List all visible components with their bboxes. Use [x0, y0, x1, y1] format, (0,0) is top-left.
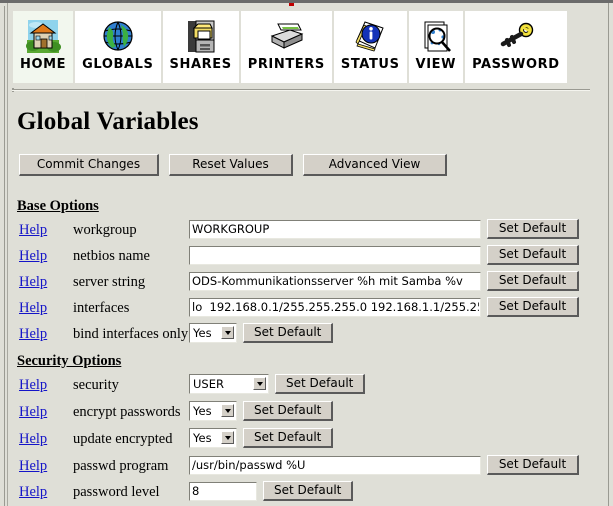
nav-button-printers[interactable]: PRINTERS	[240, 11, 332, 83]
browser-window: HOME GLOBALS SHARES PRINTERS STATUS VIEW…	[0, 0, 613, 506]
option-control-server-string: Set Default	[189, 271, 579, 291]
section-header-security-options: Security Options	[17, 353, 122, 369]
set-default-button-interfaces[interactable]: Set Default	[487, 297, 579, 317]
option-control-update-encrypted: YesNo Set Default	[189, 428, 334, 448]
option-label-interfaces: interfaces	[73, 300, 130, 316]
window-frame-right-line	[608, 3, 609, 506]
set-default-button-security[interactable]: Set Default	[275, 374, 366, 394]
netbios-name-input[interactable]	[189, 245, 481, 265]
server-string-input[interactable]	[189, 271, 481, 291]
option-row-bind-interfaces-only: Help bind interfaces only YesNo Set Defa…	[9, 322, 604, 348]
window-frame-left-line	[4, 6, 5, 506]
help-link-interfaces[interactable]: Help	[19, 300, 47, 317]
encrypt-passwords-select[interactable]: YesNo	[189, 401, 237, 421]
option-label-passwd-program: passwd program	[73, 458, 169, 474]
option-control-security: USERSHARESERVERDOMAINADS Set Default	[189, 374, 366, 394]
main-navigation-toolbar: HOME GLOBALS SHARES PRINTERS STATUS VIEW…	[13, 11, 567, 83]
help-link-passwd-program[interactable]: Help	[19, 458, 47, 475]
reset-values-button[interactable]: Reset Values	[169, 154, 293, 176]
nav-label-view: VIEW	[415, 57, 457, 72]
nav-button-globals[interactable]: GLOBALS	[75, 11, 161, 83]
section-header-base-options: Base Options	[17, 198, 99, 214]
set-default-button-workgroup[interactable]: Set Default	[487, 219, 579, 239]
option-control-workgroup: Set Default	[189, 219, 579, 239]
set-default-button-encrypt-passwords[interactable]: Set Default	[243, 401, 334, 421]
option-row-netbios-name: Help netbios name Set Default	[9, 244, 604, 270]
help-link-encrypt-passwords[interactable]: Help	[19, 404, 47, 421]
interfaces-input[interactable]	[189, 297, 481, 317]
set-default-button-update-encrypted[interactable]: Set Default	[243, 428, 334, 448]
option-row-security: Help security USERSHARESERVERDOMAINADS S…	[9, 373, 604, 399]
top-red-marker	[289, 3, 294, 6]
page-title: Global Variables	[17, 108, 199, 135]
toolbar-divider	[12, 89, 590, 91]
workgroup-input[interactable]	[189, 219, 481, 239]
option-label-bind-interfaces-only: bind interfaces only	[73, 326, 189, 342]
option-control-encrypt-passwords: YesNo Set Default	[189, 401, 334, 421]
commit-changes-button[interactable]: Commit Changes	[19, 154, 159, 176]
option-control-bind-interfaces-only: YesNo Set Default	[189, 323, 334, 343]
set-default-button-passwd-program[interactable]: Set Default	[487, 455, 579, 475]
nav-button-view[interactable]: VIEW	[408, 11, 464, 83]
passwd-program-input[interactable]	[189, 455, 481, 475]
option-row-encrypt-passwords: Help encrypt passwords YesNo Set Default	[9, 400, 604, 426]
home-icon	[25, 17, 62, 57]
option-label-encrypt-passwords: encrypt passwords	[73, 404, 181, 420]
nav-button-home[interactable]: HOME	[13, 11, 74, 83]
help-link-password-level[interactable]: Help	[19, 484, 47, 501]
option-row-server-string: Help server string Set Default	[9, 270, 604, 296]
help-link-netbios-name[interactable]: Help	[19, 248, 47, 265]
option-label-workgroup: workgroup	[73, 222, 137, 238]
update-encrypted-select[interactable]: YesNo	[189, 428, 237, 448]
help-link-bind-interfaces-only[interactable]: Help	[19, 326, 47, 343]
option-label-server-string: server string	[73, 274, 146, 290]
action-button-bar: Commit Changes Reset Values Advanced Vie…	[19, 154, 447, 176]
option-control-netbios-name: Set Default	[189, 245, 579, 265]
nav-label-printers: PRINTERS	[247, 57, 325, 72]
option-control-password-level: Set Default	[189, 481, 354, 501]
option-row-passwd-program: Help passwd program Set Default	[9, 454, 604, 480]
nav-label-password: PASSWORD	[472, 57, 560, 72]
security-select[interactable]: USERSHARESERVERDOMAINADS	[189, 374, 269, 394]
option-row-workgroup: Help workgroup Set Default	[9, 218, 604, 244]
option-control-passwd-program: Set Default	[189, 455, 579, 475]
password-level-input[interactable]	[189, 481, 257, 501]
help-link-update-encrypted[interactable]: Help	[19, 431, 47, 448]
globe-icon	[100, 17, 136, 57]
encrypt-passwords-select-wrap: YesNo	[189, 401, 237, 421]
set-default-button-bind-interfaces-only[interactable]: Set Default	[243, 323, 334, 343]
help-link-server-string[interactable]: Help	[19, 274, 47, 291]
bind-interfaces-only-select-wrap: YesNo	[189, 323, 237, 343]
option-label-security: security	[73, 377, 119, 393]
file-cabinet-icon	[183, 17, 219, 57]
printer-icon	[268, 17, 304, 57]
option-row-password-level: Help password level Set Default	[9, 480, 604, 506]
set-default-button-server-string[interactable]: Set Default	[487, 271, 579, 291]
option-label-netbios-name: netbios name	[73, 248, 150, 264]
option-label-password-level: password level	[73, 484, 160, 500]
help-link-security[interactable]: Help	[19, 377, 47, 394]
set-default-button-password-level[interactable]: Set Default	[263, 481, 354, 501]
option-row-interfaces: Help interfaces Set Default	[9, 296, 604, 322]
magnifier-document-icon	[418, 17, 454, 57]
set-default-button-netbios-name[interactable]: Set Default	[487, 245, 579, 265]
help-link-workgroup[interactable]: Help	[19, 222, 47, 239]
bind-interfaces-only-select[interactable]: YesNo	[189, 323, 237, 343]
option-control-interfaces: Set Default	[189, 297, 579, 317]
option-row-update-encrypted: Help update encrypted YesNo Set Default	[9, 427, 604, 453]
advanced-view-button[interactable]: Advanced View	[303, 154, 447, 176]
nav-button-status[interactable]: STATUS	[333, 11, 407, 83]
nav-label-status: STATUS	[340, 57, 400, 72]
update-encrypted-select-wrap: YesNo	[189, 428, 237, 448]
nav-label-globals: GLOBALS	[82, 57, 154, 72]
option-label-update-encrypted: update encrypted	[73, 431, 173, 447]
page-content: HOME GLOBALS SHARES PRINTERS STATUS VIEW…	[9, 6, 604, 506]
nav-label-shares: SHARES	[169, 57, 232, 72]
nav-button-password[interactable]: PASSWORD	[465, 11, 567, 83]
nav-button-shares[interactable]: SHARES	[162, 11, 239, 83]
security-select-wrap: USERSHARESERVERDOMAINADS	[189, 374, 269, 394]
nav-label-home: HOME	[20, 57, 67, 72]
info-icon	[352, 17, 388, 57]
key-icon	[498, 17, 534, 57]
